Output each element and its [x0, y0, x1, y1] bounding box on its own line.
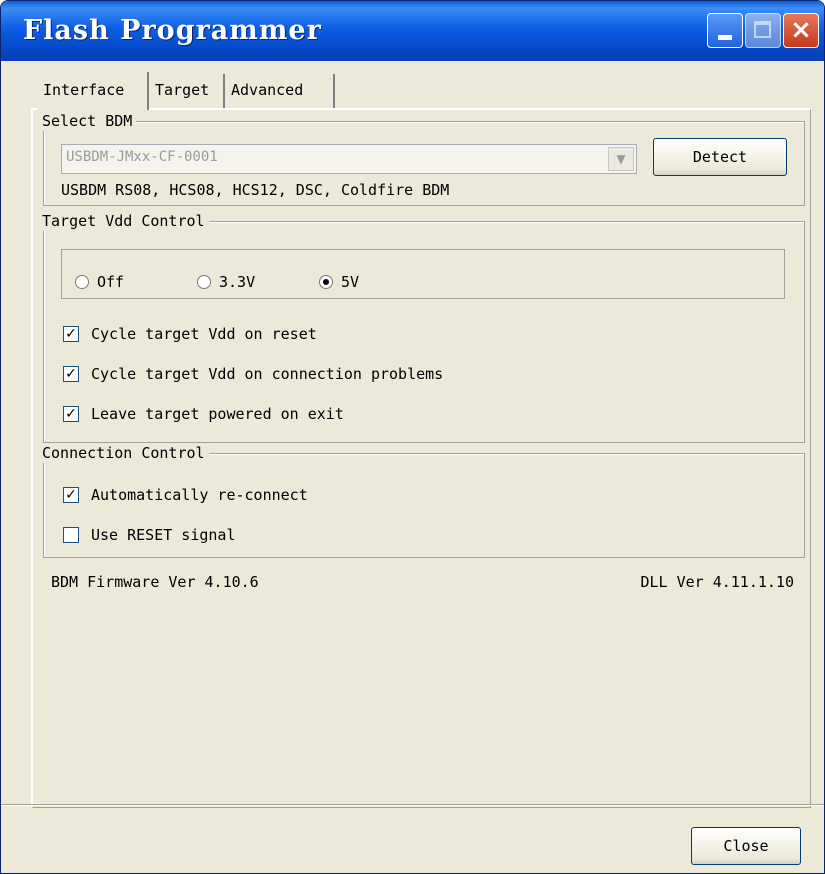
empty-checkbox-icon [63, 527, 79, 543]
vdd-radio-off[interactable]: Off [75, 273, 124, 291]
auto-reconnect-checkbox[interactable]: ✓ Automatically re-connect [63, 486, 308, 504]
window-title: Flash Programmer [23, 15, 322, 46]
tab-interface[interactable]: Interface [37, 72, 149, 110]
bdm-select-combo: USBDM-JMxx-CF-0001 ▼ [61, 144, 637, 174]
cycle-vdd-connection-label: Cycle target Vdd on connection problems [91, 365, 444, 383]
target-vdd-legend: Target Vdd Control [42, 211, 209, 231]
checkmark-icon: ✓ [63, 366, 79, 382]
firmware-version: BDM Firmware Ver 4.10.6 [51, 573, 259, 591]
radio-off-indicator [75, 275, 89, 289]
leave-powered-label: Leave target powered on exit [91, 405, 344, 423]
vdd-radio-3v3[interactable]: 3.3V [197, 273, 255, 291]
footer-divider [1, 804, 824, 806]
use-reset-signal-checkbox[interactable]: Use RESET signal [63, 526, 236, 544]
title-bar[interactable]: Flash Programmer × [1, 1, 824, 61]
bdm-supported-types: USBDM RS08, HCS08, HCS12, DSC, Coldfire … [61, 181, 450, 199]
checkmark-icon: ✓ [63, 326, 79, 342]
tab-target[interactable]: Target [149, 74, 225, 108]
checkmark-icon: ✓ [63, 406, 79, 422]
cycle-vdd-reset-label: Cycle target Vdd on reset [91, 325, 317, 343]
radio-5v-indicator [319, 275, 333, 289]
vdd-radio-5v-label: 5V [341, 273, 360, 291]
chevron-down-icon: ▼ [608, 147, 634, 171]
auto-reconnect-label: Automatically re-connect [91, 486, 308, 504]
close-window-button[interactable]: × [783, 13, 819, 48]
checkmark-icon: ✓ [63, 487, 79, 503]
vdd-radio-frame [61, 249, 785, 299]
close-button[interactable]: Close [691, 827, 801, 865]
cycle-vdd-connection-checkbox[interactable]: ✓ Cycle target Vdd on connection problem… [63, 365, 443, 383]
cycle-vdd-reset-checkbox[interactable]: ✓ Cycle target Vdd on reset [63, 325, 317, 343]
close-icon: × [790, 15, 812, 45]
dll-version: DLL Ver 4.11.1.10 [640, 573, 794, 591]
minimize-button[interactable] [707, 13, 743, 48]
use-reset-signal-label: Use RESET signal [91, 526, 236, 544]
radio-3v3-indicator [197, 275, 211, 289]
maximize-button [745, 13, 781, 48]
leave-powered-checkbox[interactable]: ✓ Leave target powered on exit [63, 405, 344, 423]
vdd-radio-3v3-label: 3.3V [219, 273, 256, 291]
vdd-radio-5v[interactable]: 5V [319, 273, 359, 291]
bdm-select-value: USBDM-JMxx-CF-0001 [66, 149, 218, 165]
detect-button[interactable]: Detect [653, 138, 787, 176]
maximize-icon [754, 21, 771, 38]
flash-programmer-window: Flash Programmer × Interface Target Adva… [0, 0, 825, 874]
minimize-icon [718, 35, 732, 40]
tab-advanced[interactable]: Advanced [225, 74, 335, 108]
vdd-radio-off-label: Off [97, 273, 125, 291]
select-bdm-legend: Select BDM [42, 111, 137, 131]
connection-control-legend: Connection Control [42, 443, 209, 463]
